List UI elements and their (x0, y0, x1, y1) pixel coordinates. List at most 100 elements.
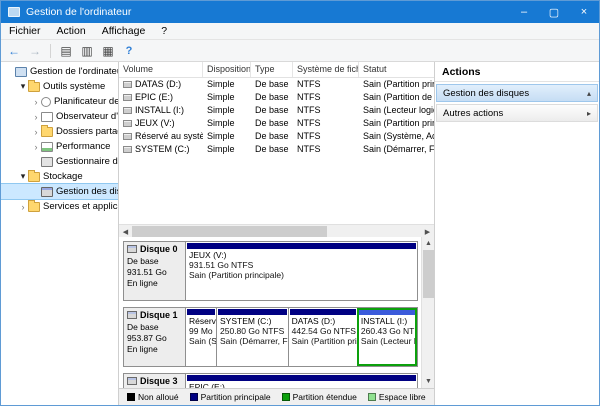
menu-action[interactable]: Action (49, 23, 94, 39)
window-controls: –▢× (509, 1, 599, 23)
close-button[interactable]: × (569, 1, 599, 23)
maximize-button[interactable]: ▢ (539, 1, 569, 23)
tree-item-outils-systeme[interactable]: ▾ Outils système (1, 79, 118, 94)
action-section-gestion-des-disques[interactable]: Gestion des disques▴ (436, 84, 598, 102)
forward-icon[interactable]: → (26, 42, 44, 60)
partition-color-strip (187, 375, 416, 381)
partition-epic-e[interactable]: EPIC (E:) (186, 374, 417, 388)
partition-system-c[interactable]: SYSTEM (C:)250.80 Go NTFSSain (Démarrer,… (216, 308, 288, 366)
back-icon[interactable]: ← (5, 42, 23, 60)
vertical-scroll-thumb[interactable] (423, 250, 434, 298)
performance-icon (41, 142, 53, 152)
chevron-down-icon[interactable]: ▾ (18, 81, 28, 92)
tree-item-label: Services et applications (43, 201, 118, 212)
column-header-volume[interactable]: Volume (119, 62, 203, 77)
tree-item-dossiers-partages[interactable]: › Dossiers partagés (1, 124, 118, 139)
tree-item-label: Dossiers partagés (56, 126, 118, 137)
disk-info-line: En ligne (127, 278, 182, 289)
column-header-type[interactable]: Type (251, 62, 293, 77)
scroll-up-icon[interactable]: ▲ (422, 237, 435, 250)
scroll-down-icon[interactable]: ▼ (422, 375, 435, 388)
disk-icon (127, 311, 137, 319)
chevron-right-icon[interactable]: ▸ (587, 109, 591, 118)
chevron-down-icon[interactable]: ▾ (18, 171, 28, 182)
legend-partition-etendue: Partition étendue (282, 392, 357, 402)
disk-info-line: De base (127, 256, 182, 267)
chevron-right-icon[interactable]: › (31, 142, 41, 152)
tree-item-label: Performance (56, 141, 110, 152)
tree-item-gestion-des-disques[interactable]: Gestion des disques (1, 184, 118, 199)
partition-size: 250.80 Go NTFS (217, 326, 288, 336)
volume-row-jeux-v[interactable]: JEUX (V:)SimpleDe baseNTFSSain (Partitio… (119, 117, 434, 130)
chevron-up-icon[interactable]: ▴ (587, 89, 591, 98)
tree-item-label: Stockage (43, 171, 83, 182)
export-list-icon[interactable]: ▥ (78, 42, 96, 60)
console-tree-icon[interactable]: ▤ (57, 42, 75, 60)
tree-item-label: Gestion de l'ordinateur (local) (30, 66, 118, 77)
partition-color-strip (359, 309, 416, 315)
tree-item-services-et-applications[interactable]: › Services et applications (1, 199, 118, 214)
partition-datas-d[interactable]: DATAS (D:)442.54 Go NTFSSain (Partition … (288, 308, 357, 366)
partition-color-strip (290, 309, 356, 315)
tree-item-gestionnaire-de-periphe[interactable]: Gestionnaire de périphé (1, 154, 118, 169)
scroll-left-icon[interactable]: ◀ (119, 225, 132, 238)
legend-swatch (190, 393, 198, 401)
disk-icon (127, 377, 137, 385)
partition-reserv[interactable]: Réserv99 MoSain (S (186, 308, 216, 366)
tree-item-observateur-d-eveneme[interactable]: › Observateur d'événeme (1, 109, 118, 124)
volume-icon (123, 146, 132, 153)
device-manager-icon (41, 157, 53, 167)
console-tree: Gestion de l'ordinateur (local)▾Outils s… (1, 62, 119, 405)
horizontal-scroll-thumb[interactable] (132, 226, 327, 237)
disk-info-disque-3[interactable]: Disque 3De base (124, 374, 186, 388)
chevron-right-icon[interactable]: › (31, 127, 41, 137)
toolbar: ←→ ▤▥▦? (1, 40, 599, 62)
volume-icon (123, 107, 132, 114)
menu-fichier[interactable]: Fichier (1, 23, 49, 39)
column-header-disposition[interactable]: Disposition (203, 62, 251, 77)
tree-item-performance[interactable]: › Performance (1, 139, 118, 154)
chevron-right-icon[interactable]: › (18, 202, 28, 212)
help-icon[interactable]: ? (120, 42, 138, 60)
volume-row-install-i[interactable]: INSTALL (I:)SimpleDe baseNTFSSain (Lecte… (119, 104, 434, 117)
partition-size: 442.54 Go NTFS (289, 326, 357, 336)
chevron-right-icon[interactable]: › (31, 97, 41, 107)
partition-label: Réserv (186, 316, 216, 326)
disk-graph-region: Disque 0De base931.51 GoEn ligneJEUX (V:… (119, 237, 434, 388)
menu-affichage[interactable]: Affichage (94, 23, 154, 39)
computer-management-window: Gestion de l'ordinateur –▢× FichierActio… (0, 0, 600, 406)
volume-row-epic-e[interactable]: EPIC (E:)SimpleDe baseNTFSSain (Partitio… (119, 91, 434, 104)
disk-info-disque-0[interactable]: Disque 0De base931.51 GoEn ligne (124, 242, 186, 300)
partition-label: DATAS (D:) (289, 316, 357, 326)
tree-item-label: Planificateur de tâches (54, 96, 118, 107)
partition-size: 931.51 Go NTFS (186, 260, 417, 270)
vertical-scrollbar[interactable]: ▲ ▼ (421, 237, 434, 388)
chevron-right-icon[interactable]: › (31, 112, 41, 122)
volume-row-system-c[interactable]: SYSTEM (C:)SimpleDe baseNTFSSain (Démarr… (119, 143, 434, 156)
volume-row-reserve-au-systeme[interactable]: Réservé au systèmeSimpleDe baseNTFSSain … (119, 130, 434, 143)
minimize-button[interactable]: – (509, 1, 539, 23)
folder-icon (41, 127, 53, 137)
column-header-systeme-de-fichiers[interactable]: Système de fichiers (293, 62, 359, 77)
column-header-statut[interactable]: Statut (359, 62, 434, 77)
legend-espace-libre: Espace libre (368, 392, 426, 402)
volume-row-datas-d[interactable]: DATAS (D:)SimpleDe baseNTFSSain (Partiti… (119, 78, 434, 91)
disk-row-disque-1: Disque 1De base953.87 GoEn ligneRéserv99… (123, 307, 418, 367)
tree-item-label: Observateur d'événeme (56, 111, 118, 122)
disk-info-line: En ligne (127, 344, 182, 355)
partition-jeux-v[interactable]: JEUX (V:)931.51 Go NTFSSain (Partition p… (186, 242, 417, 300)
action-section-autres-actions[interactable]: Autres actions▸ (436, 104, 598, 122)
tree-item-label: Outils système (43, 81, 105, 92)
partition-install-i[interactable]: INSTALL (I:)260.43 Go NTFSSain (Lecteur … (357, 308, 417, 366)
disk-info-disque-1[interactable]: Disque 1De base953.87 GoEn ligne (124, 308, 186, 366)
volume-icon (123, 133, 132, 140)
menu-[interactable]: ? (153, 23, 175, 39)
tree-item-gestion-de-l-ordinateur-local[interactable]: Gestion de l'ordinateur (local) (1, 64, 118, 79)
properties-icon[interactable]: ▦ (99, 42, 117, 60)
partition-status: Sain (S (186, 336, 216, 346)
horizontal-scrollbar[interactable]: ◀ ▶ (119, 224, 434, 237)
content: Gestion de l'ordinateur (local)▾Outils s… (1, 62, 599, 405)
volume-table-header: VolumeDispositionTypeSystème de fichiers… (119, 62, 434, 78)
tree-item-stockage[interactable]: ▾ Stockage (1, 169, 118, 184)
tree-item-planificateur-de-taches[interactable]: › Planificateur de tâches (1, 94, 118, 109)
